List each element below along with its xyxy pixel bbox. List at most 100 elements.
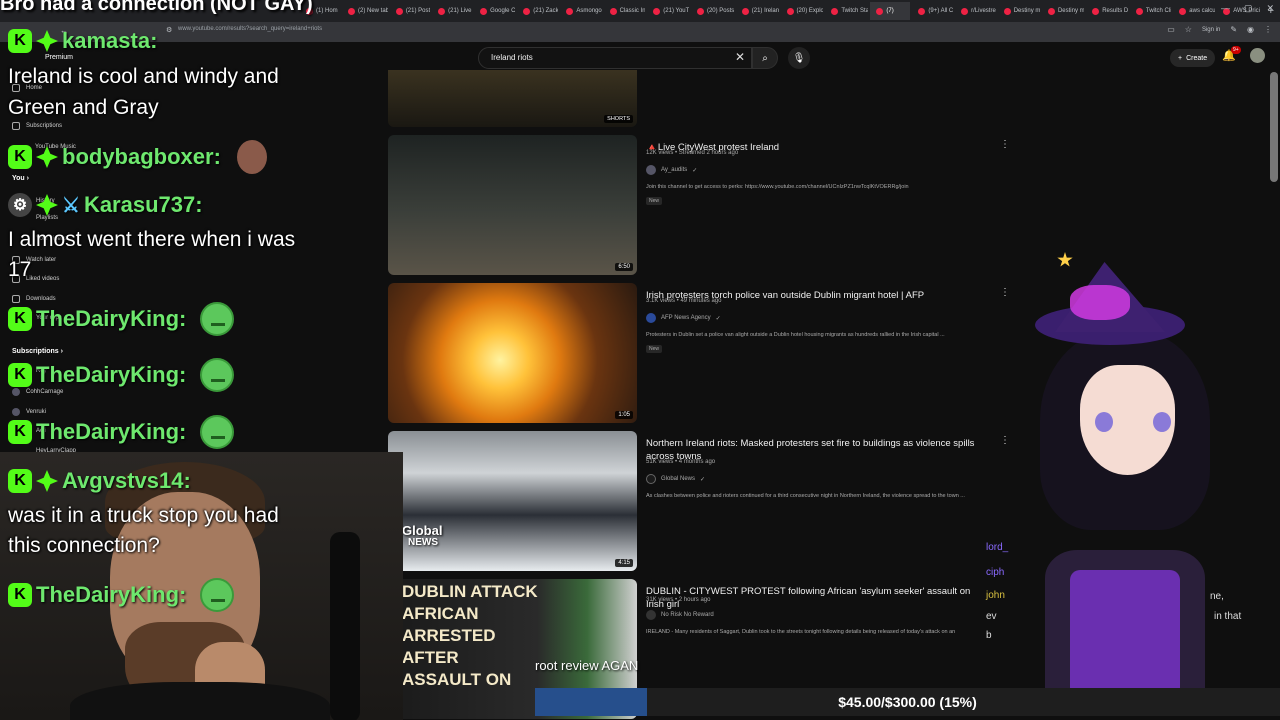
sidebar-item-subscriptions[interactable]: Subscriptions xyxy=(12,122,62,130)
video-duration: 1:05 xyxy=(615,411,633,419)
chat-message: Green and Gray xyxy=(8,96,159,119)
sword-badge-icon: ⚔ xyxy=(62,194,80,217)
thumbnail-text: Global xyxy=(402,523,443,538)
video-thumbnail[interactable]: SHORTS xyxy=(388,70,637,127)
browser-tab[interactable]: (21) Irelan xyxy=(736,2,779,20)
tab-label: (21) Irelan xyxy=(751,8,779,14)
browser-tab[interactable]: Results D xyxy=(1086,2,1128,20)
tab-label: (1) Hom xyxy=(316,8,338,14)
stream-overlay-text: root review AGAN xyxy=(535,658,639,673)
browser-tab[interactable]: Destiny m xyxy=(998,2,1040,20)
minimize-icon[interactable]: — xyxy=(1221,3,1230,14)
thumbnail-text-line: AFRICAN xyxy=(402,604,479,623)
browser-tab[interactable]: (9+) All C xyxy=(912,2,953,20)
tab-favicon-icon xyxy=(1092,7,1100,15)
video-description: Join this channel to get access to perks… xyxy=(646,184,909,190)
tab-favicon-icon xyxy=(741,7,749,15)
cast-icon[interactable]: ▭ xyxy=(1167,25,1175,34)
tab-label: (7) xyxy=(886,8,894,14)
tab-favicon-icon xyxy=(348,7,355,15)
sick-emote-icon xyxy=(200,302,235,336)
chat-username: K Avgvstvs14: xyxy=(8,468,191,494)
hat-bow xyxy=(1070,285,1130,320)
browser-tab[interactable]: (20) Explo xyxy=(781,2,824,20)
search-result[interactable]: 6:50 🔺Live CityWest protest Ireland 12K … xyxy=(388,135,1010,275)
gem-badge-icon xyxy=(36,30,58,52)
result-shorts[interactable]: SHORTS xyxy=(388,70,1008,128)
channel-link[interactable]: Ay_audits ✓ xyxy=(646,165,697,175)
search-result[interactable]: 1:05 Irish protesters torch police van o… xyxy=(388,283,1010,423)
search-input[interactable]: Ireland riots ✕ xyxy=(478,47,752,69)
search-result[interactable]: DUBLIN ATTACK AFRICAN ARRESTED AFTER ASSAULT… xyxy=(388,579,1008,719)
browser-tab[interactable]: aws calcu xyxy=(1173,2,1215,20)
maximize-icon[interactable]: ▢ xyxy=(1244,3,1253,14)
tab-favicon-icon xyxy=(1135,7,1143,15)
vtuber-eye xyxy=(1095,412,1113,432)
tab-label: Destiny m xyxy=(1057,8,1085,14)
sidebar-item-label: Subscriptions xyxy=(26,123,63,129)
browser-tab[interactable]: Classic In xyxy=(604,2,645,20)
chat-username: K TheDairyKing: xyxy=(8,302,235,336)
search-icon: ⌕ xyxy=(762,52,768,64)
plus-icon: + xyxy=(1178,54,1183,62)
channel-link[interactable]: AFP News Agency ✓ xyxy=(646,313,721,323)
browser-tab[interactable]: Google C xyxy=(474,2,515,20)
browser-tab[interactable]: Twitch Cli xyxy=(1130,2,1171,20)
create-button[interactable]: + Create xyxy=(1170,49,1216,67)
sidebar-subscriptions-header[interactable]: Subscriptions › xyxy=(12,348,63,355)
browser-tab[interactable]: (21) Live xyxy=(432,2,472,20)
tab-label: Results D xyxy=(1102,8,1128,14)
vtuber-dress xyxy=(1070,570,1180,690)
browser-tab[interactable]: Destiny m xyxy=(1042,2,1084,20)
video-thumbnail[interactable]: 6:50 xyxy=(388,135,637,275)
user-badge-icon: ⚙ xyxy=(8,193,32,217)
tab-favicon-icon xyxy=(786,7,794,15)
url-field[interactable]: www.youtube.com/results?search_query=ire… xyxy=(178,26,322,32)
page-scrollbar[interactable] xyxy=(1270,72,1278,182)
clear-search-icon[interactable]: ✕ xyxy=(735,50,745,64)
channel-link[interactable]: No Risk No Reward xyxy=(646,610,714,620)
chat-message: 17 xyxy=(8,258,32,281)
chat-username: Kkamasta: xyxy=(8,28,157,54)
tab-label: (21) Post xyxy=(405,8,431,14)
premium-logo[interactable]: Premium xyxy=(45,54,73,61)
profile-icon[interactable]: ◉ xyxy=(1247,25,1254,34)
new-badge: New xyxy=(646,197,663,205)
browser-tab[interactable]: (2) New tab xyxy=(342,2,388,20)
video-thumbnail[interactable]: Global NEWS 4:15 xyxy=(388,431,637,571)
kick-badge-icon: K xyxy=(8,307,32,331)
video-description: IRELAND - Many residents of Saggart, Dub… xyxy=(646,629,956,635)
sidebar-you-header[interactable]: You › xyxy=(12,175,29,182)
more-options-icon[interactable]: ⋮ xyxy=(1000,139,1010,150)
sign-in-button[interactable]: Sign in xyxy=(1202,27,1220,33)
tab-label: Twitch Cli xyxy=(1145,8,1172,14)
thumbnail-text-line: ASSAULT ON xyxy=(402,670,512,689)
site-info-icon[interactable]: ⚙ xyxy=(166,26,172,34)
extensions-icon[interactable]: ✎ xyxy=(1230,25,1237,34)
browser-tab[interactable]: (21) YouT xyxy=(647,2,689,20)
account-avatar[interactable] xyxy=(1250,48,1265,63)
tab-label: (20) Explo xyxy=(796,8,824,14)
tab-favicon-icon xyxy=(480,7,488,15)
browser-tab[interactable]: r/Livestre xyxy=(955,2,996,20)
shorts-badge: SHORTS xyxy=(604,115,633,123)
browser-tab[interactable]: (20) Posts xyxy=(691,2,734,20)
browser-tab[interactable]: (21) Zack xyxy=(517,2,558,20)
voice-search-button[interactable]: 🎙 xyxy=(788,47,810,69)
browser-tab[interactable]: Twitch Sta xyxy=(825,2,868,20)
browser-tab[interactable]: (21) Post xyxy=(390,2,430,20)
vtuber-avatar xyxy=(985,250,1225,690)
menu-icon[interactable]: ⋮ xyxy=(1264,25,1272,34)
bookmark-star-icon[interactable]: ☆ xyxy=(1185,25,1192,34)
video-thumbnail[interactable]: 1:05 xyxy=(388,283,637,423)
browser-tab[interactable]: (7) xyxy=(870,2,911,20)
close-window-icon[interactable]: ✕ xyxy=(1266,3,1274,14)
channel-link[interactable]: Global News ✓ xyxy=(646,474,705,484)
thumbnail-text-line: ARRESTED xyxy=(402,626,496,645)
verified-icon: ✓ xyxy=(700,476,706,483)
search-result[interactable]: Global NEWS 4:15 Northern Ireland riots:… xyxy=(388,431,1010,571)
sick-emote-icon xyxy=(200,415,235,449)
browser-tab[interactable]: Asmongo xyxy=(560,2,602,20)
chat-message: Ireland is cool and windy and xyxy=(8,65,279,88)
search-button[interactable]: ⌕ xyxy=(752,47,778,69)
